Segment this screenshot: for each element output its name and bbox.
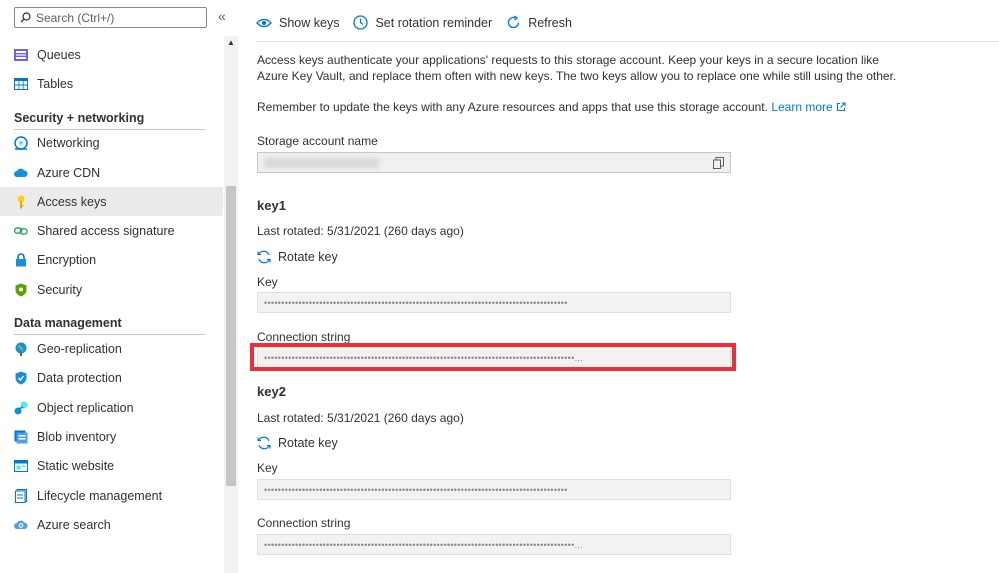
copy-icon[interactable] [713, 157, 724, 169]
rotate-icon [257, 436, 271, 450]
sidebar-item-label: Azure CDN [37, 165, 101, 180]
sidebar-item-azure-search[interactable]: Azure search [0, 510, 223, 539]
command-bar: Show keys Set rotation reminder Refresh [256, 14, 999, 42]
inventory-icon [14, 430, 28, 444]
sidebar-item-azure-cdn[interactable]: Azure CDN [0, 158, 223, 187]
key2-title: key2 [257, 384, 286, 399]
eye-icon [256, 18, 272, 27]
set-rotation-reminder-button[interactable]: Set rotation reminder [353, 15, 492, 30]
rotate-key-label: Rotate key [278, 250, 338, 264]
show-keys-button[interactable]: Show keys [256, 16, 339, 30]
rotate-icon [257, 250, 271, 264]
scrollbar-thumb[interactable] [226, 186, 236, 486]
section-data-management: Data management [0, 304, 223, 336]
search-icon [20, 12, 31, 23]
key2-key-label: Key [257, 461, 278, 475]
key1-connection-string-label: Connection string [257, 330, 351, 344]
key1-title: key1 [257, 198, 286, 213]
refresh-button[interactable]: Refresh [506, 15, 572, 30]
sidebar-item-lifecycle-management[interactable]: Lifecycle management [0, 481, 223, 510]
search-cloud-icon [14, 518, 28, 532]
main-pane: Show keys Set rotation reminder Refresh … [238, 0, 999, 573]
storage-account-field[interactable] [257, 152, 731, 173]
lock-icon [14, 253, 28, 267]
sidebar-item-blob-inventory[interactable]: Blob inventory [0, 422, 223, 451]
sidebar: Search (Ctrl+/) « Queues Tables Security… [0, 0, 238, 573]
sidebar-item-label: Encryption [37, 253, 97, 268]
sidebar-item-label: Blob inventory [37, 429, 117, 444]
scroll-up-arrow-icon[interactable]: ▲ [227, 38, 235, 47]
reminder-paragraph: Remember to update the keys with any Azu… [257, 99, 907, 115]
sidebar-item-object-replication[interactable]: Object replication [0, 393, 223, 422]
sidebar-item-static-website[interactable]: Static website [0, 452, 223, 481]
networking-icon [14, 136, 28, 150]
website-icon [14, 459, 28, 473]
sidebar-item-label: Object replication [37, 400, 134, 415]
sidebar-item-label: Queues [37, 47, 81, 62]
sidebar-item-label: Static website [37, 459, 115, 474]
clock-icon [353, 15, 369, 30]
sidebar-item-label: Security [37, 282, 83, 297]
set-rotation-reminder-label: Set rotation reminder [375, 15, 493, 30]
cloud-icon [14, 166, 28, 180]
show-keys-label: Show keys [279, 15, 340, 30]
section-security-networking: Security + networking [0, 99, 223, 130]
rotate-key-label: Rotate key [278, 436, 338, 450]
sidebar-item-networking[interactable]: Networking [0, 129, 223, 158]
reminder-text: Remember to update the keys with any Azu… [257, 100, 768, 114]
storage-account-label: Storage account name [257, 134, 378, 148]
learn-more-link[interactable]: Learn more [771, 100, 846, 114]
sidebar-item-geo-replication[interactable]: Geo-replication [0, 334, 223, 363]
refresh-icon [508, 15, 520, 29]
search-placeholder: Search (Ctrl+/) [36, 10, 115, 25]
sidebar-nav: Queues Tables Security + networking Netw… [0, 40, 223, 539]
access-keys-content: Access keys authenticate your applicatio… [257, 52, 907, 115]
globe-icon [14, 342, 28, 357]
replication-icon [14, 401, 28, 415]
key1-rotate-key-button[interactable]: Rotate key [257, 250, 338, 264]
intro-text: Access keys authenticate your applicatio… [257, 53, 897, 83]
refresh-label: Refresh [528, 15, 572, 30]
sidebar-item-label: Data protection [37, 371, 122, 386]
key2-connection-string-field[interactable]: ••••••••••••••••••••••••••••••••••••••••… [257, 534, 731, 555]
search-input[interactable]: Search (Ctrl+/) [14, 7, 207, 28]
sidebar-item-label: Azure search [37, 517, 111, 532]
key2-key-field[interactable]: ••••••••••••••••••••••••••••••••••••••••… [257, 479, 731, 500]
sidebar-item-label: Geo-replication [37, 342, 122, 357]
key1-key-label: Key [257, 275, 278, 289]
storage-account-value-redacted [264, 157, 379, 168]
sidebar-item-data-protection[interactable]: Data protection [0, 364, 223, 393]
sidebar-item-label: Networking [37, 136, 100, 151]
collapse-sidebar-button[interactable]: « [218, 9, 226, 23]
sidebar-item-security[interactable]: Security [0, 275, 223, 304]
lifecycle-icon [14, 488, 28, 503]
sidebar-item-access-keys[interactable]: Access keys [0, 187, 223, 217]
key1-key-field[interactable]: ••••••••••••••••••••••••••••••••••••••••… [257, 292, 731, 313]
key-icon [14, 195, 28, 209]
sidebar-item-label: Tables [37, 76, 74, 91]
sidebar-item-label: Lifecycle management [37, 488, 163, 503]
shield-check-icon [14, 371, 28, 385]
queues-icon [14, 48, 28, 62]
sidebar-item-label: Access keys [37, 194, 107, 209]
sidebar-item-tables[interactable]: Tables [0, 69, 223, 98]
external-link-icon [837, 102, 846, 111]
key1-last-rotated: Last rotated: 5/31/2021 (260 days ago) [257, 224, 464, 238]
link-icon [14, 224, 28, 238]
shield-icon [14, 283, 28, 297]
learn-more-label: Learn more [771, 100, 833, 114]
tables-icon [14, 77, 28, 91]
key2-last-rotated: Last rotated: 5/31/2021 (260 days ago) [257, 411, 464, 425]
key2-rotate-key-button[interactable]: Rotate key [257, 436, 338, 450]
key1-connection-string-field[interactable]: ••••••••••••••••••••••••••••••••••••••••… [257, 347, 731, 368]
sidebar-item-shared-access-signature[interactable]: Shared access signature [0, 216, 223, 245]
sidebar-item-encryption[interactable]: Encryption [0, 246, 223, 275]
sidebar-item-label: Shared access signature [37, 224, 175, 239]
sidebar-item-queues[interactable]: Queues [0, 40, 223, 69]
key2-connection-string-label: Connection string [257, 516, 351, 530]
